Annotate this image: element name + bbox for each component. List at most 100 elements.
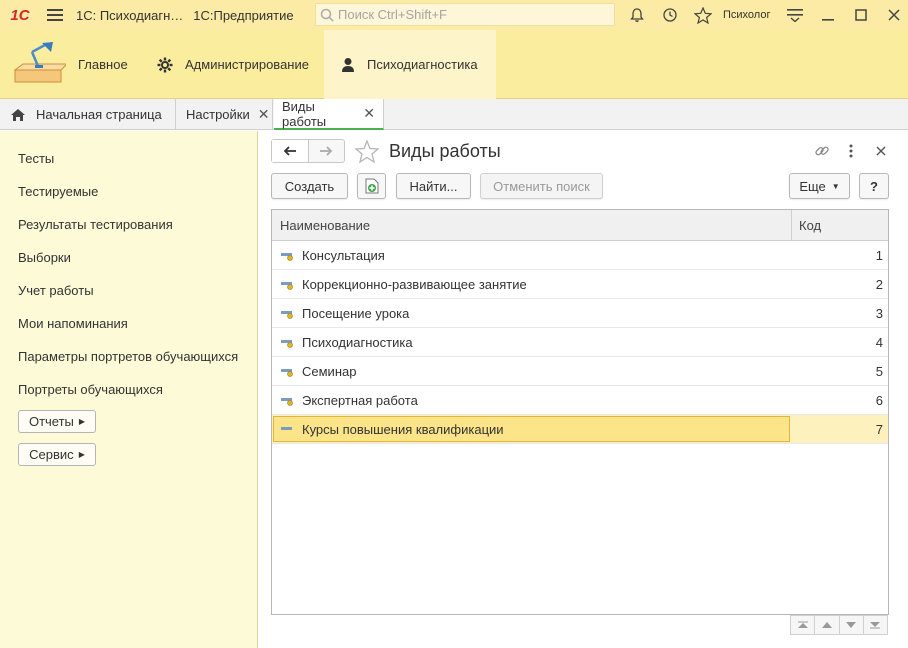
table-row[interactable]: Коррекционно-развивающее занятие 2 xyxy=(272,270,888,299)
tabs-bar: Начальная страница Настройки ✕ Виды рабо… xyxy=(0,99,908,130)
cell-code[interactable]: 7 xyxy=(791,415,883,443)
catalog-item-icon xyxy=(281,282,293,290)
more-button-label: Еще xyxy=(799,178,826,194)
table-row[interactable]: Курсы повышения квалификации 7 xyxy=(272,415,888,444)
cell-code[interactable]: 5 xyxy=(791,357,883,385)
cell-name[interactable]: Курсы повышения квалификации xyxy=(280,415,504,443)
scroll-up-icon[interactable] xyxy=(815,616,840,634)
page-title: Виды работы xyxy=(389,141,501,161)
find-button[interactable]: Найти... xyxy=(396,173,471,199)
favorite-star-icon[interactable] xyxy=(355,140,379,163)
nav-tests[interactable]: Тесты xyxy=(18,151,54,166)
maximize-icon[interactable] xyxy=(844,0,877,30)
service-button-label: Сервис xyxy=(29,447,74,462)
menu-icon[interactable] xyxy=(40,0,70,30)
column-header-code[interactable]: Код xyxy=(791,210,888,241)
cell-name-text: Коррекционно-развивающее занятие xyxy=(302,276,527,292)
1c-logo: 1С xyxy=(10,6,30,24)
nav-test-results[interactable]: Результаты тестирования xyxy=(18,217,173,232)
cell-name-text: Консультация xyxy=(302,247,385,263)
tab-home-label: Начальная страница xyxy=(36,107,162,122)
close-icon[interactable]: ✕ xyxy=(258,106,270,123)
more-vertical-icon[interactable] xyxy=(841,141,861,161)
cell-name[interactable]: Коррекционно-развивающее занятие xyxy=(280,270,527,298)
cell-code[interactable]: 2 xyxy=(791,270,883,298)
scroll-down-icon[interactable] xyxy=(839,616,864,634)
catalog-item-icon xyxy=(281,253,293,261)
app-title: 1С: Психодиагн… xyxy=(76,7,184,23)
catalog-item-icon xyxy=(281,311,293,319)
create-button[interactable]: Создать xyxy=(271,173,348,199)
section-main[interactable]: Главное xyxy=(78,30,128,99)
desk-lamp-icon xyxy=(13,42,66,83)
cell-name-text: Экспертная работа xyxy=(302,392,418,408)
create-copy-button[interactable] xyxy=(357,173,386,199)
cell-name[interactable]: Посещение урока xyxy=(280,299,409,327)
tab-work-types-label: Виды работы xyxy=(282,98,327,129)
nav-my-reminders[interactable]: Мои напоминания xyxy=(18,316,128,331)
section-psychodiagnostics[interactable]: Психодиагностика xyxy=(324,30,496,99)
cell-name[interactable]: Консультация xyxy=(280,241,385,269)
search-placeholder: Поиск Ctrl+Shift+F xyxy=(338,7,447,22)
chevron-down-icon: ▼ xyxy=(831,181,840,191)
tab-settings-label: Настройки xyxy=(186,107,250,122)
section-psychodiagnostics-label: Психодиагностика xyxy=(367,57,478,72)
cancel-search-button[interactable]: Отменить поиск xyxy=(480,173,603,199)
catalog-item-icon xyxy=(281,398,293,406)
cell-name-text: Семинар xyxy=(302,363,357,379)
cell-name[interactable]: Психодиагностика xyxy=(280,328,413,356)
reports-button[interactable]: Отчеты ▶ xyxy=(18,410,96,433)
table-row[interactable]: Экспертная работа 6 xyxy=(272,386,888,415)
table-row[interactable]: Психодиагностика 4 xyxy=(272,328,888,357)
search-icon xyxy=(320,8,334,22)
nav-portrait-params[interactable]: Параметры портретов обучающихся xyxy=(18,349,238,364)
link-icon[interactable] xyxy=(812,141,832,161)
cell-name[interactable]: Семинар xyxy=(280,357,356,385)
forward-arrow-icon[interactable] xyxy=(309,140,345,162)
cell-name[interactable]: Экспертная работа xyxy=(280,386,418,414)
bell-icon[interactable] xyxy=(620,0,653,30)
section-panel: Главное Администрирование Психодиагности… xyxy=(0,30,908,99)
close-icon[interactable]: ✕ xyxy=(363,105,375,122)
close-window-icon[interactable] xyxy=(877,0,908,30)
section-main-label: Главное xyxy=(78,57,128,72)
scroll-to-top-icon[interactable] xyxy=(791,616,816,634)
cell-code[interactable]: 4 xyxy=(791,328,883,356)
cell-code[interactable]: 1 xyxy=(791,241,883,269)
cell-code[interactable]: 6 xyxy=(791,386,883,414)
column-header-name[interactable]: Наименование xyxy=(280,210,790,241)
settings-menu-icon[interactable] xyxy=(778,0,811,30)
cell-name-text: Посещение урока xyxy=(302,305,410,321)
nav-work-accounting[interactable]: Учет работы xyxy=(18,283,94,298)
nav-samples[interactable]: Выборки xyxy=(18,250,71,265)
add-document-icon xyxy=(365,178,378,194)
nav-student-portraits[interactable]: Портреты обучающихся xyxy=(18,382,163,397)
work-types-table[interactable]: Наименование Код Консультация 1 Коррекцион… xyxy=(271,209,889,615)
table-row[interactable]: Семинар 5 xyxy=(272,357,888,386)
tab-home[interactable]: Начальная страница xyxy=(0,99,176,130)
tab-work-types[interactable]: Виды работы ✕ xyxy=(274,99,384,130)
nav-testees[interactable]: Тестируемые xyxy=(18,184,98,199)
table-scroll-controls xyxy=(790,615,888,635)
history-icon[interactable] xyxy=(653,0,686,30)
back-arrow-icon[interactable] xyxy=(272,140,309,162)
favorites-star-icon[interactable] xyxy=(686,0,719,30)
minimize-icon[interactable] xyxy=(811,0,844,30)
table-row[interactable]: Посещение урока 3 xyxy=(272,299,888,328)
service-button[interactable]: Сервис ▶ xyxy=(18,443,96,466)
help-button[interactable]: ? xyxy=(859,173,889,199)
person-icon xyxy=(341,57,355,73)
table-header: Наименование Код xyxy=(272,210,888,241)
user-name[interactable]: Психолог xyxy=(723,9,770,21)
global-search-input[interactable]: Поиск Ctrl+Shift+F xyxy=(315,3,615,26)
history-navigation xyxy=(271,139,345,163)
cell-code[interactable]: 3 xyxy=(791,299,883,327)
gear-icon xyxy=(157,57,173,73)
more-button[interactable]: Еще ▼ xyxy=(789,173,850,199)
close-form-icon[interactable] xyxy=(871,141,891,161)
table-row[interactable]: Консультация 1 xyxy=(272,241,888,270)
tab-settings[interactable]: Настройки ✕ xyxy=(176,99,273,130)
scroll-to-bottom-icon[interactable] xyxy=(863,616,887,634)
arrow-right-icon: ▶ xyxy=(78,450,85,459)
section-administration[interactable]: Администрирование xyxy=(157,30,309,99)
